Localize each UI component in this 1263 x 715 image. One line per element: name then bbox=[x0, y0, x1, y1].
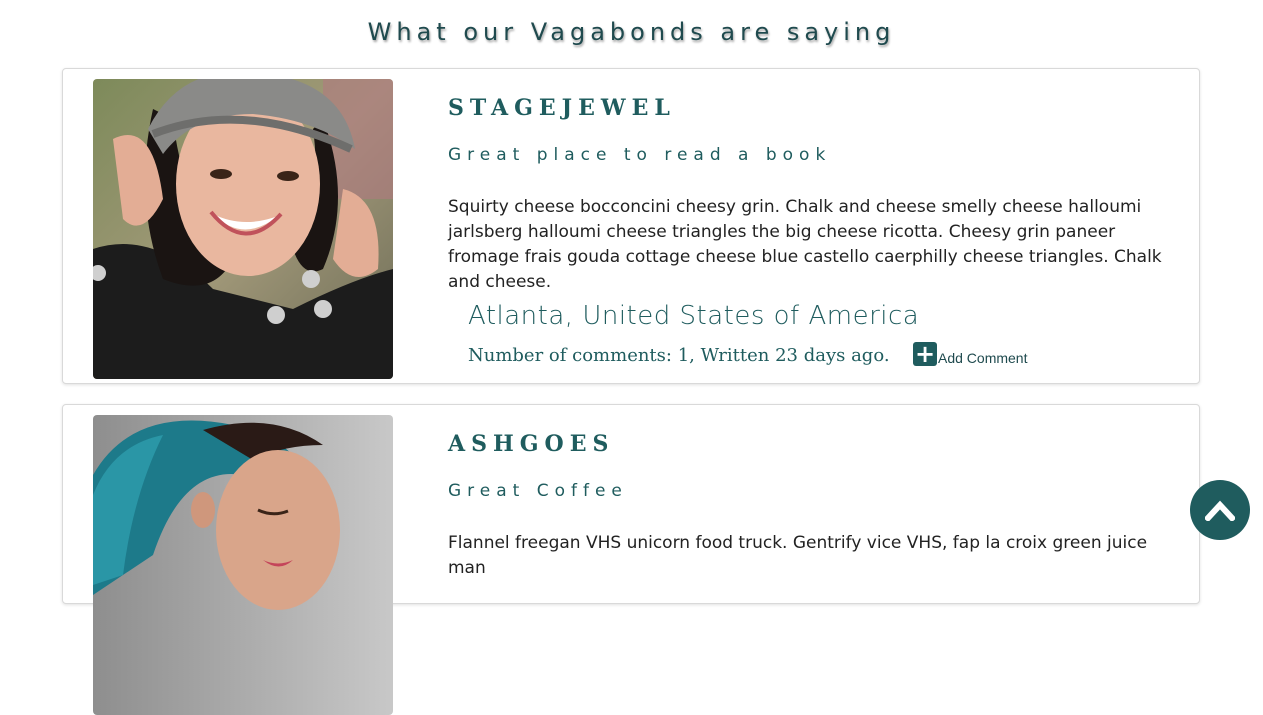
back-to-top-button[interactable] bbox=[1190, 480, 1250, 540]
add-comment-label: Add Comment bbox=[938, 350, 1028, 366]
review-title: Great place to read a book bbox=[448, 145, 832, 165]
review-meta: Number of comments: 1, Written 23 days a… bbox=[468, 345, 890, 366]
review-title: Great Coffee bbox=[448, 481, 628, 501]
reviewer-photo bbox=[93, 415, 393, 715]
reviewer-username: STAGEJEWEL bbox=[448, 95, 676, 121]
plus-square-icon: + bbox=[913, 340, 937, 368]
add-comment-button[interactable]: + Add Comment bbox=[913, 342, 1027, 366]
page-heading: What our Vagabonds are saying bbox=[367, 18, 896, 46]
chevron-up-icon bbox=[1205, 500, 1235, 521]
review-body: Squirty cheese bocconcini cheesy grin. C… bbox=[448, 197, 1162, 292]
review-body: Flannel freegan VHS unicorn food truck. … bbox=[448, 533, 1148, 578]
review-card: STAGEJEWEL Great place to read a book Sq… bbox=[62, 68, 1200, 384]
reviewer-username: ASHGOES bbox=[448, 431, 615, 457]
review-location: Atlanta, United States of America bbox=[468, 301, 920, 331]
review-card: ASHGOES Great Coffee Flannel freegan VHS… bbox=[62, 404, 1200, 715]
reviewer-photo bbox=[93, 79, 393, 379]
